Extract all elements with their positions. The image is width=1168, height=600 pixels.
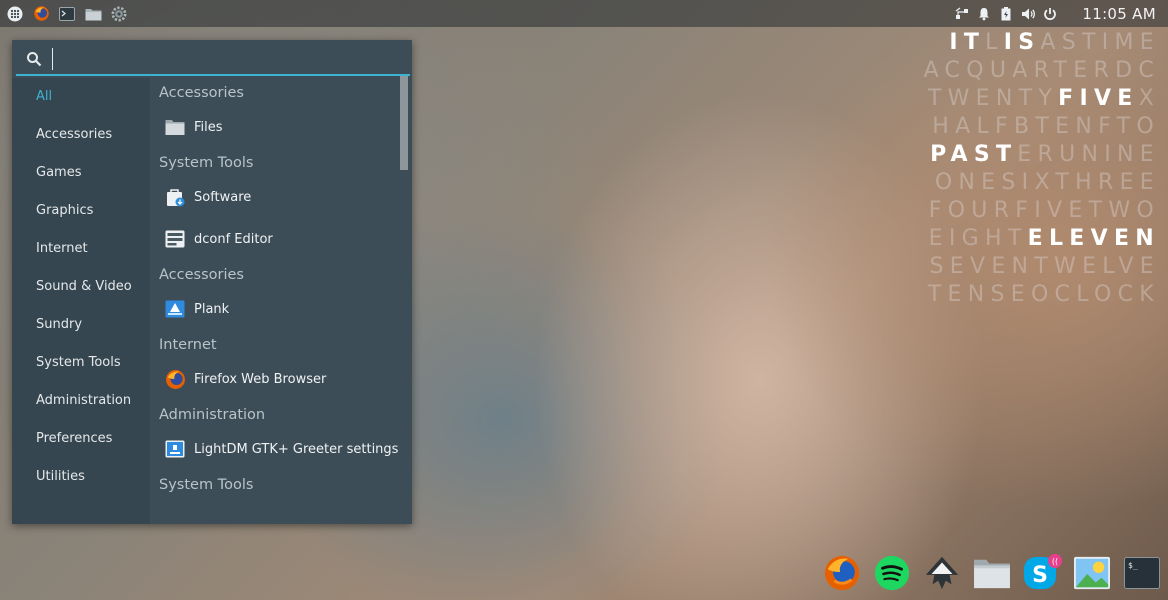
category-accessories[interactable]: Accessories	[12, 116, 150, 154]
section-header: Accessories	[159, 85, 244, 101]
category-games[interactable]: Games	[12, 154, 150, 192]
section-header: Internet	[159, 337, 217, 353]
app-list: Accessories Files System Tools Software …	[150, 78, 412, 524]
word-clock-row: ONESIXTHREE	[890, 170, 1160, 198]
notification-bell-icon[interactable]	[976, 6, 992, 22]
panel-clock[interactable]: 11:05 AM	[1082, 5, 1156, 23]
inkscape-icon[interactable]	[922, 553, 962, 593]
app-label: Software	[194, 189, 252, 205]
network-icon[interactable]	[954, 6, 970, 22]
word-clock-row: EIGHTELEVEN	[890, 226, 1160, 254]
search-bar	[16, 44, 410, 76]
category-graphics[interactable]: Graphics	[12, 192, 150, 230]
category-preferences[interactable]: Preferences	[12, 420, 150, 458]
category-sound-video[interactable]: Sound & Video	[12, 268, 150, 306]
word-clock-row: PASTERUNINE	[890, 142, 1160, 170]
panel-launchers	[0, 0, 129, 27]
image-viewer-icon[interactable]	[1072, 553, 1112, 593]
svg-text:S: S	[1032, 563, 1048, 588]
folder-icon	[164, 116, 186, 138]
category-internet[interactable]: Internet	[12, 230, 150, 268]
volume-icon[interactable]	[1020, 6, 1036, 22]
word-clock-widget: ITLISASTIME ACQUARTERDC TWENTYFIVEX HALFBTE…	[890, 30, 1160, 310]
terminal-icon[interactable]	[57, 4, 77, 24]
files-icon[interactable]	[972, 553, 1012, 593]
app-item-lightdm-greeter-settings[interactable]: LightDM GTK+ Greeter settings	[150, 428, 412, 470]
word-clock-row: TWENTYFIVEX	[890, 86, 1160, 114]
word-clock-letters: SEVENTWELVE	[929, 254, 1160, 279]
settings-icon[interactable]	[109, 4, 129, 24]
word-clock-letters: HALFBTENFTO	[932, 114, 1160, 139]
word-clock-letters: TENSEOCLOCK	[927, 282, 1160, 307]
skype-icon[interactable]: S ((	[1022, 553, 1062, 593]
word-clock-row: ACQUARTERDC	[890, 58, 1160, 86]
word-clock-letters: TWENTYFIVEX	[927, 86, 1160, 111]
section-header: System Tools	[159, 155, 254, 171]
word-clock-row: TENSEOCLOCK	[890, 282, 1160, 310]
category-administration[interactable]: Administration	[12, 382, 150, 420]
category-system-tools[interactable]: System Tools	[12, 344, 150, 382]
firefox-icon[interactable]	[822, 553, 862, 593]
top-panel: 11:05 AM	[0, 0, 1168, 27]
app-item-plank[interactable]: Plank	[150, 288, 412, 330]
word-clock-letters: ONESIXTHREE	[934, 170, 1160, 195]
app-item-firefox[interactable]: Firefox Web Browser	[150, 358, 412, 400]
svg-text:((: ((	[1052, 557, 1058, 566]
category-all[interactable]: All	[12, 78, 150, 116]
category-list: All Accessories Games Graphics Internet …	[12, 78, 150, 524]
app-label: LightDM GTK+ Greeter settings	[194, 441, 399, 457]
word-clock-letters: ACQUARTERDC	[923, 58, 1160, 83]
search-icon	[27, 52, 42, 67]
power-icon[interactable]	[1042, 6, 1058, 22]
app-label: dconf Editor	[194, 231, 273, 247]
application-menu: All Accessories Games Graphics Internet …	[12, 40, 412, 524]
section-header: System Tools	[159, 477, 254, 493]
word-clock-letters: ITLISASTIME	[949, 30, 1160, 55]
category-sundry[interactable]: Sundry	[12, 306, 150, 344]
word-clock-letters: EIGHTELEVEN	[928, 226, 1160, 251]
system-tray: 11:05 AM	[954, 5, 1168, 23]
plank-dock: S (( $_	[818, 550, 1168, 596]
lightdm-settings-icon	[164, 438, 186, 460]
firefox-icon[interactable]	[31, 4, 51, 24]
battery-icon[interactable]	[998, 6, 1014, 22]
section-header: Administration	[159, 407, 266, 423]
app-item-files[interactable]: Files	[150, 106, 412, 148]
app-item-dconf-editor[interactable]: dconf Editor	[150, 218, 412, 260]
word-clock-letters: PASTERUNINE	[930, 142, 1160, 167]
word-clock-row: HALFBTENFTO	[890, 114, 1160, 142]
terminal-icon[interactable]: $_	[1122, 553, 1162, 593]
app-list-scrollbar[interactable]	[400, 76, 408, 170]
app-item-software[interactable]: Software	[150, 176, 412, 218]
app-label: Firefox Web Browser	[194, 371, 327, 387]
word-clock-letters: FOURFIVETWO	[928, 198, 1160, 223]
app-grid-icon[interactable]	[5, 4, 25, 24]
spotify-icon[interactable]	[872, 553, 912, 593]
svg-text:$_: $_	[1128, 561, 1138, 570]
firefox-icon	[164, 368, 186, 390]
app-label: Files	[194, 119, 223, 135]
word-clock-row: FOURFIVETWO	[890, 198, 1160, 226]
category-utilities[interactable]: Utilities	[12, 458, 150, 496]
plank-icon	[164, 298, 186, 320]
search-input[interactable]	[52, 48, 392, 70]
word-clock-row: SEVENTWELVE	[890, 254, 1160, 282]
software-center-icon	[164, 186, 186, 208]
app-label: Plank	[194, 301, 230, 317]
section-header: Accessories	[159, 267, 244, 283]
files-icon[interactable]	[83, 4, 103, 24]
dconf-editor-icon	[164, 228, 186, 250]
word-clock-row: ITLISASTIME	[890, 30, 1160, 58]
